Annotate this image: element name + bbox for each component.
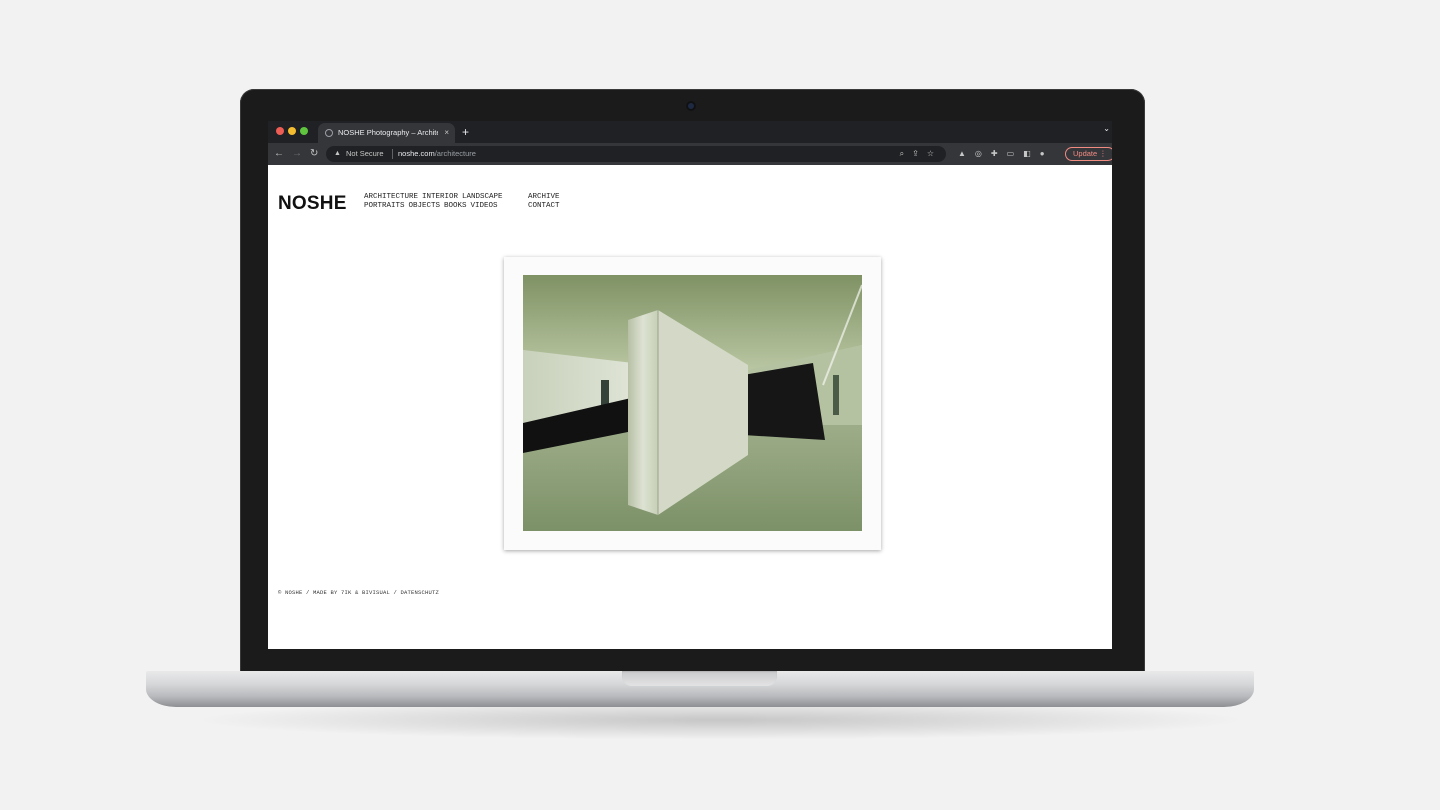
warning-icon: ▲ [334, 150, 341, 157]
browser-toolbar: ← → ↻ ▲ Not Secure noshe.com/architectur… [268, 143, 1112, 165]
extension-icons: ▲◎✚▭◧● [958, 143, 1054, 165]
web-page: NOSHE ARCHITECTURE INTERIOR LANDSCAPE PORT… [268, 165, 1112, 649]
share-icon[interactable]: ⇪ [912, 149, 927, 158]
extension-icon[interactable]: ◎ [975, 149, 991, 158]
nav-link-objects[interactable]: OBJECTS [409, 202, 441, 211]
url-divider [392, 149, 393, 159]
drive-icon[interactable]: ▲ [958, 149, 975, 158]
sidepanel-icon[interactable]: ◧ [1023, 149, 1040, 158]
browser-tab-bar: NOSHE Photography – Architec × + ⌄ [268, 121, 1112, 143]
nav-link-archive[interactable]: ARCHIVE [528, 193, 560, 202]
photo-illustration [523, 275, 862, 531]
omnibox-icons: ⌕⇪☆ [900, 146, 942, 162]
laptop-lid: NOSHE Photography – Architec × + ⌄ ← → ↻… [240, 89, 1145, 675]
puzzle-icon[interactable]: ✚ [991, 149, 1007, 158]
tab-close-icon[interactable]: × [444, 123, 449, 143]
nav-row-2: PORTRAITS OBJECTS BOOKS VIDEOS [364, 202, 507, 211]
nav-link-videos[interactable]: VIDEOS [471, 202, 498, 211]
laptop-screen: NOSHE Photography – Architec × + ⌄ ← → ↻… [268, 121, 1112, 649]
window-minimize-button[interactable] [288, 127, 296, 135]
nav-row-1: ARCHITECTURE INTERIOR LANDSCAPE [364, 193, 507, 202]
polaroid-frame[interactable] [504, 257, 881, 550]
site-footer[interactable]: © NOSHE / MADE BY 7IK & BIVISUAL / DATEN… [278, 589, 439, 596]
zoom-icon[interactable]: ⌕ [900, 149, 912, 158]
address-bar[interactable]: ▲ Not Secure noshe.com/architecture ⌕⇪☆ [326, 146, 946, 162]
nav-link-architecture[interactable]: ARCHITECTURE [364, 193, 418, 202]
forward-arrow-icon[interactable]: → [292, 143, 302, 165]
security-label[interactable]: Not Secure [346, 146, 384, 162]
laptop-base [146, 671, 1254, 707]
back-arrow-icon[interactable]: ← [274, 143, 284, 165]
nav-link-portraits[interactable]: PORTRAITS [364, 202, 405, 211]
site-nav-secondary: ARCHIVE CONTACT [528, 193, 560, 211]
globe-icon [325, 129, 333, 137]
nav-link-books[interactable]: BOOKS [444, 202, 467, 211]
architecture-photo[interactable] [523, 275, 862, 531]
laptop-lid-notch [622, 671, 777, 686]
star-icon[interactable]: ☆ [927, 149, 942, 158]
webcam-icon [686, 101, 696, 111]
window-close-button[interactable] [276, 127, 284, 135]
site-logo[interactable]: NOSHE [278, 193, 347, 215]
nav-link-contact[interactable]: CONTACT [528, 202, 560, 211]
site-nav: ARCHITECTURE INTERIOR LANDSCAPE PORTRAITS O… [364, 193, 507, 211]
profile-icon[interactable]: ● [1040, 149, 1054, 158]
window-maximize-button[interactable] [300, 127, 308, 135]
url-text[interactable]: noshe.com/architecture [398, 146, 476, 162]
update-button[interactable]: Update ⋮ [1065, 147, 1112, 161]
nav-link-landscape[interactable]: LANDSCAPE [462, 193, 503, 202]
tab-search-chevron-icon[interactable]: ⌄ [1103, 124, 1110, 133]
nav-link-interior[interactable]: INTERIOR [422, 193, 458, 202]
tab-title: NOSHE Photography – Architec [338, 128, 438, 137]
cast-icon[interactable]: ▭ [1007, 149, 1024, 158]
new-tab-button[interactable]: + [462, 123, 469, 141]
reload-icon[interactable]: ↻ [310, 143, 318, 165]
browser-tab-active[interactable]: NOSHE Photography – Architec × [318, 123, 455, 143]
